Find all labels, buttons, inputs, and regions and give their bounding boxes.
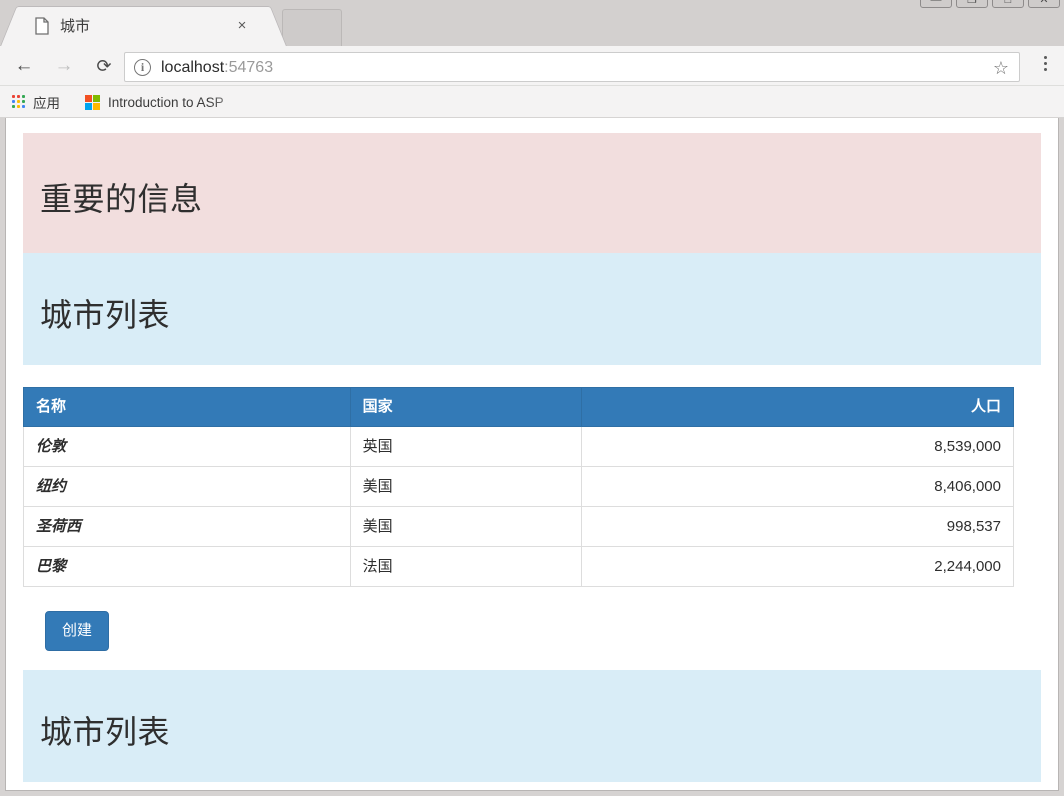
tab-strip: — ❐ □ ✕ 城市 × — [0, 0, 1064, 46]
alert-info-top: 城市列表 — [23, 253, 1041, 365]
city-table-container: 名称 国家 人口 伦敦 英国 8,539,000 纽约 美国 8,406,000… — [23, 387, 1041, 587]
alert-info-bottom: 城市列表 — [23, 670, 1041, 782]
tab-close-icon[interactable]: × — [234, 17, 250, 34]
close-icon: ✕ — [1039, 0, 1049, 6]
new-tab-stub[interactable] — [282, 9, 342, 46]
alert-info-bottom-heading: 城市列表 — [40, 714, 171, 750]
cell-city-name: 伦敦 — [23, 426, 351, 467]
window-maximize-button[interactable]: □ — [992, 0, 1024, 8]
tab-title: 城市 — [60, 18, 91, 35]
bookmark-apps-label: 应用 — [33, 96, 60, 111]
cell-country: 美国 — [349, 506, 583, 547]
window-close-button[interactable]: ✕ — [1028, 0, 1060, 8]
bookmark-star-icon[interactable]: ☆ — [993, 58, 1009, 78]
url-port: :54763 — [224, 59, 274, 76]
create-button[interactable]: 创建 — [45, 611, 110, 651]
table-row: 纽约 美国 8,406,000 — [23, 466, 1014, 507]
apps-grid-icon — [12, 95, 26, 109]
cell-city-name: 圣荷西 — [23, 506, 351, 547]
cell-country: 英国 — [349, 426, 583, 467]
bookmark-apps[interactable]: 应用 — [12, 91, 60, 113]
window-controls: — ❐ □ ✕ — [920, 0, 1060, 8]
city-table-body: 伦敦 英国 8,539,000 纽约 美国 8,406,000 圣荷西 美国 9… — [23, 426, 1014, 587]
address-bar[interactable]: i localhost:54763 ☆ — [124, 52, 1020, 82]
column-header-population: 人口 — [581, 387, 1014, 427]
site-info-icon[interactable]: i — [134, 59, 151, 76]
reload-button[interactable]: ⟳ — [92, 54, 116, 78]
table-row: 圣荷西 美国 998,537 — [23, 506, 1014, 547]
cell-population: 998,537 — [581, 506, 1014, 547]
back-button[interactable]: ← — [12, 54, 36, 78]
window-restore-button[interactable]: ❐ — [956, 0, 988, 8]
browser-window: — ❐ □ ✕ 城市 × ← → ⟳ i localhost:54763 ☆ 应… — [0, 0, 1064, 796]
browser-menu-icon[interactable] — [1036, 56, 1054, 74]
minimize-icon: — — [930, 0, 942, 6]
microsoft-logo-icon — [85, 94, 100, 110]
url-host: localhost — [161, 59, 225, 76]
city-table: 名称 国家 人口 伦敦 英国 8,539,000 纽约 美国 8,406,000… — [23, 387, 1014, 587]
action-row: 创建 — [45, 611, 1058, 651]
bookmarks-bar: 应用 Introduction to ASP — [0, 86, 1064, 118]
alert-danger-heading: 重要的信息 — [40, 181, 203, 217]
cell-city-name: 纽约 — [23, 466, 351, 507]
table-row: 巴黎 法国 2,244,000 — [23, 546, 1014, 587]
cell-population: 8,406,000 — [581, 466, 1014, 507]
browser-tab-active[interactable]: 城市 × — [22, 6, 265, 46]
column-header-name: 名称 — [23, 387, 351, 427]
forward-button[interactable]: → — [52, 54, 76, 78]
table-row: 伦敦 英国 8,539,000 — [23, 426, 1014, 467]
table-header-row: 名称 国家 人口 — [23, 387, 1014, 427]
alert-danger: 重要的信息 — [23, 133, 1041, 253]
window-minimize-button[interactable]: — — [920, 0, 952, 8]
cell-population: 2,244,000 — [581, 546, 1014, 587]
page-content: 重要的信息 城市列表 名称 国家 人口 伦敦 英国 8,539,000 纽约 美… — [6, 118, 1058, 782]
column-header-country: 国家 — [349, 387, 583, 427]
browser-toolbar: ← → ⟳ i localhost:54763 ☆ — [0, 46, 1064, 86]
cell-population: 8,539,000 — [581, 426, 1014, 467]
bookmark-introduction-to-asp[interactable]: Introduction to ASP — [85, 91, 224, 113]
alert-info-top-heading: 城市列表 — [40, 297, 171, 333]
page-viewport: 重要的信息 城市列表 名称 国家 人口 伦敦 英国 8,539,000 纽约 美… — [5, 118, 1059, 791]
address-bar-url: localhost:54763 — [161, 57, 273, 78]
cell-country: 法国 — [349, 546, 583, 587]
cell-country: 美国 — [349, 466, 583, 507]
maximize-icon: □ — [1004, 0, 1012, 6]
city-table-head: 名称 国家 人口 — [23, 387, 1014, 427]
bookmark-asp-label: Introduction to ASP — [108, 94, 224, 110]
restore-icon: ❐ — [967, 0, 977, 6]
page-icon — [35, 17, 49, 35]
cell-city-name: 巴黎 — [23, 546, 351, 587]
